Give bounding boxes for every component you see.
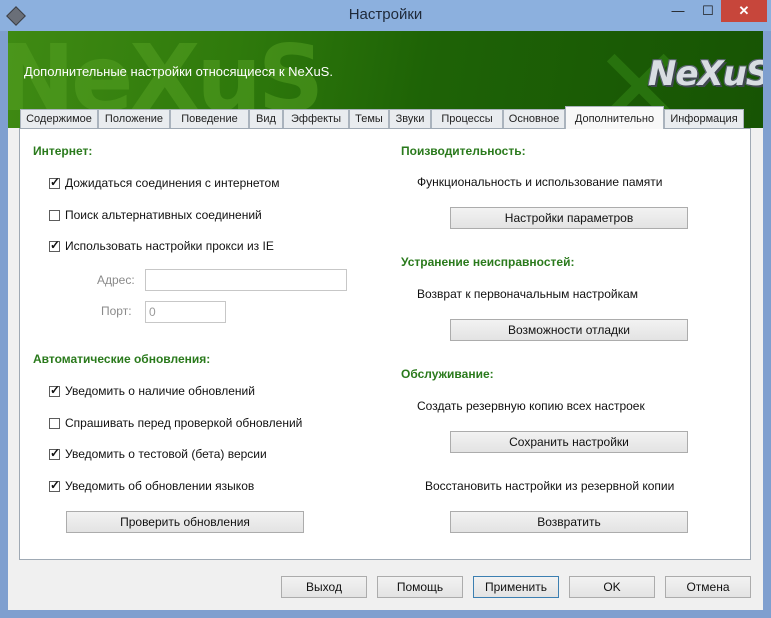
internet-section-title: Интернет: (33, 144, 93, 158)
cancel-button[interactable]: Отмена (665, 576, 751, 598)
banner-description: Дополнительные настройки относящиеся к N… (24, 64, 333, 79)
backup-description: Создать резервную копию всех настроек (417, 399, 645, 413)
tab-position[interactable]: Положение (98, 109, 170, 128)
alt-connections-checkbox[interactable]: Поиск альтернативных соединений (49, 207, 262, 223)
debug-options-button[interactable]: Возможности отладки (450, 319, 688, 341)
alt-connections-label: Поиск альтернативных соединений (65, 208, 262, 222)
notify-updates-checkbox[interactable]: Уведомить о наличие обновлений (49, 383, 255, 399)
performance-section-title: Поизводительность: (401, 144, 526, 158)
checkbox-checked-icon[interactable] (49, 238, 60, 252)
ok-button[interactable]: OK (569, 576, 655, 598)
port-input[interactable]: 0 (145, 301, 226, 323)
restore-button[interactable]: Возвратить (450, 511, 688, 533)
save-settings-button[interactable]: Сохранить настройки (450, 431, 688, 453)
tab-sounds[interactable]: Звуки (389, 109, 431, 128)
notify-beta-label: Уведомить о тестовой (бета) версии (65, 447, 267, 461)
apply-button[interactable]: Применить (473, 576, 559, 598)
wait-connection-label: Дожидаться соединения с интернетом (65, 176, 280, 190)
checkbox-unchecked-icon[interactable] (49, 209, 60, 221)
minimize-button[interactable]: — (661, 0, 695, 22)
wait-connection-checkbox[interactable]: Дожидаться соединения с интернетом (49, 175, 279, 191)
nexus-logo: NeXuS (648, 54, 763, 94)
title-bar[interactable]: Настройки — ☐ ✕ (0, 0, 771, 31)
checkbox-checked-icon[interactable] (49, 175, 60, 189)
ask-before-check-label: Спрашивать перед проверкой обновлений (65, 416, 303, 430)
check-updates-button[interactable]: Проверить обновления (66, 511, 304, 533)
maintenance-section-title: Обслуживание: (401, 367, 494, 381)
restore-description: Восстановить настройки из резервной копи… (425, 479, 675, 493)
notify-beta-checkbox[interactable]: Уведомить о тестовой (бета) версии (49, 446, 267, 462)
address-label: Адрес: (97, 273, 135, 287)
exit-button[interactable]: Выход (281, 576, 367, 598)
use-proxy-label: Использовать настройки прокси из IE (65, 239, 274, 253)
tab-themes[interactable]: Темы (349, 109, 389, 128)
notify-languages-label: Уведомить об обновлении языков (65, 479, 255, 493)
checkbox-checked-icon[interactable] (49, 446, 60, 460)
window-title: Настройки (348, 6, 423, 23)
tab-effects[interactable]: Эффекты (283, 109, 349, 128)
client-area: NeXuS ✕ Дополнительные настройки относящ… (8, 31, 763, 610)
troubleshooting-section-title: Устранение неисправностей: (401, 255, 575, 269)
help-button[interactable]: Помощь (377, 576, 463, 598)
ask-before-check-checkbox[interactable]: Спрашивать перед проверкой обновлений (49, 415, 302, 431)
settings-window: Настройки — ☐ ✕ NeXuS ✕ Дополнительные н… (0, 0, 771, 618)
tab-info[interactable]: Информация (664, 109, 744, 128)
notify-languages-checkbox[interactable]: Уведомить об обновлении языков (49, 478, 254, 494)
tab-processes[interactable]: Процессы (431, 109, 503, 128)
tab-view[interactable]: Вид (249, 109, 283, 128)
parameter-settings-button[interactable]: Настройки параметров (450, 207, 688, 229)
tab-behavior[interactable]: Поведение (170, 109, 249, 128)
tab-advanced[interactable]: Дополнительно (565, 106, 664, 129)
checkbox-unchecked-icon[interactable] (49, 417, 60, 429)
advanced-panel: Интернет: Дожидаться соединения с интерн… (19, 128, 751, 560)
checkbox-checked-icon[interactable] (49, 478, 60, 492)
performance-description: Функциональность и использование памяти (417, 175, 663, 189)
updates-section-title: Автоматические обновления: (33, 352, 211, 366)
port-label: Порт: (101, 304, 132, 318)
tab-general[interactable]: Основное (503, 109, 565, 128)
close-button[interactable]: ✕ (721, 0, 767, 22)
use-proxy-checkbox[interactable]: Использовать настройки прокси из IE (49, 238, 274, 254)
notify-updates-label: Уведомить о наличие обновлений (65, 384, 255, 398)
maximize-button[interactable]: ☐ (695, 0, 721, 22)
tab-content[interactable]: Содержимое (20, 109, 98, 128)
checkbox-checked-icon[interactable] (49, 383, 60, 397)
address-input[interactable] (145, 269, 347, 291)
troubleshooting-description: Возврат к первоначальным настройкам (417, 287, 639, 301)
